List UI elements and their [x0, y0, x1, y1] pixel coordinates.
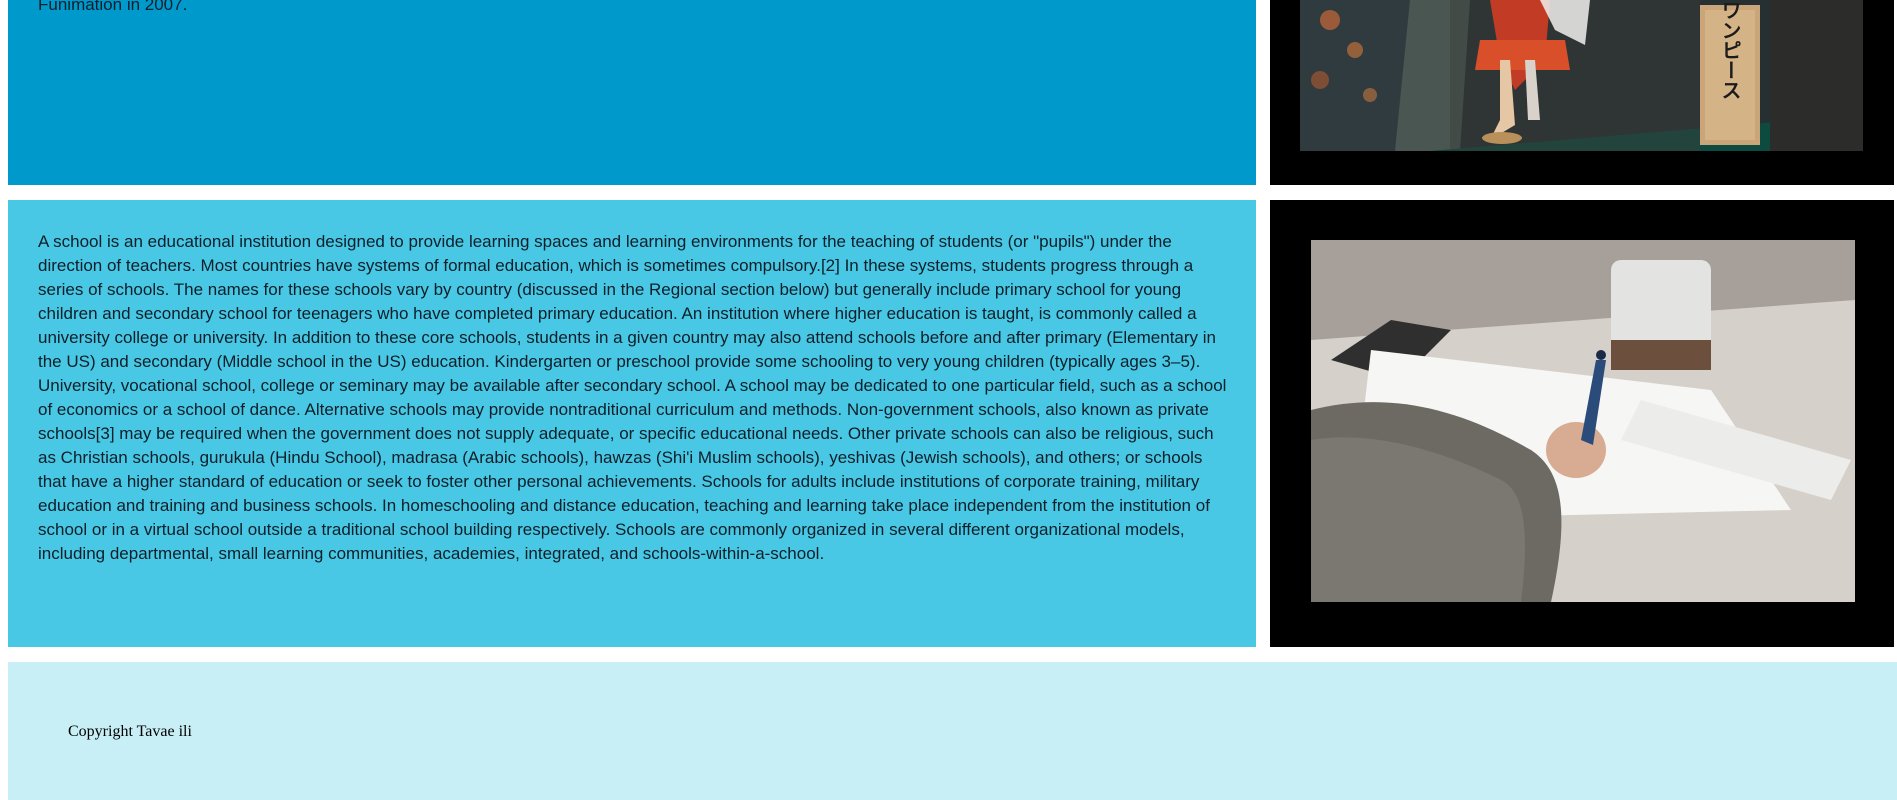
footer: Copyright Tavae ili: [8, 662, 1897, 800]
one-piece-figure-illustration: ワンピース: [1300, 0, 1863, 151]
anime-text: Funimation in 2007.: [38, 0, 188, 14]
person-writing-illustration: [1311, 240, 1855, 602]
copyright-text: Copyright Tavae ili: [68, 723, 192, 740]
school-description: A school is an educational institution d…: [38, 232, 1227, 563]
writing-image-panel: [1270, 200, 1894, 647]
one-piece-figure-image: ワンピース: [1300, 0, 1863, 151]
person-writing-image: [1311, 240, 1855, 602]
page: Funimation in 2007. ワンピース A school is an…: [0, 0, 1897, 800]
figure-sign-text: ワンピース: [1718, 0, 1742, 100]
anime-text-panel: Funimation in 2007.: [8, 0, 1256, 185]
school-text-panel: A school is an educational institution d…: [8, 200, 1256, 647]
one-piece-image-panel: ワンピース: [1270, 0, 1894, 185]
